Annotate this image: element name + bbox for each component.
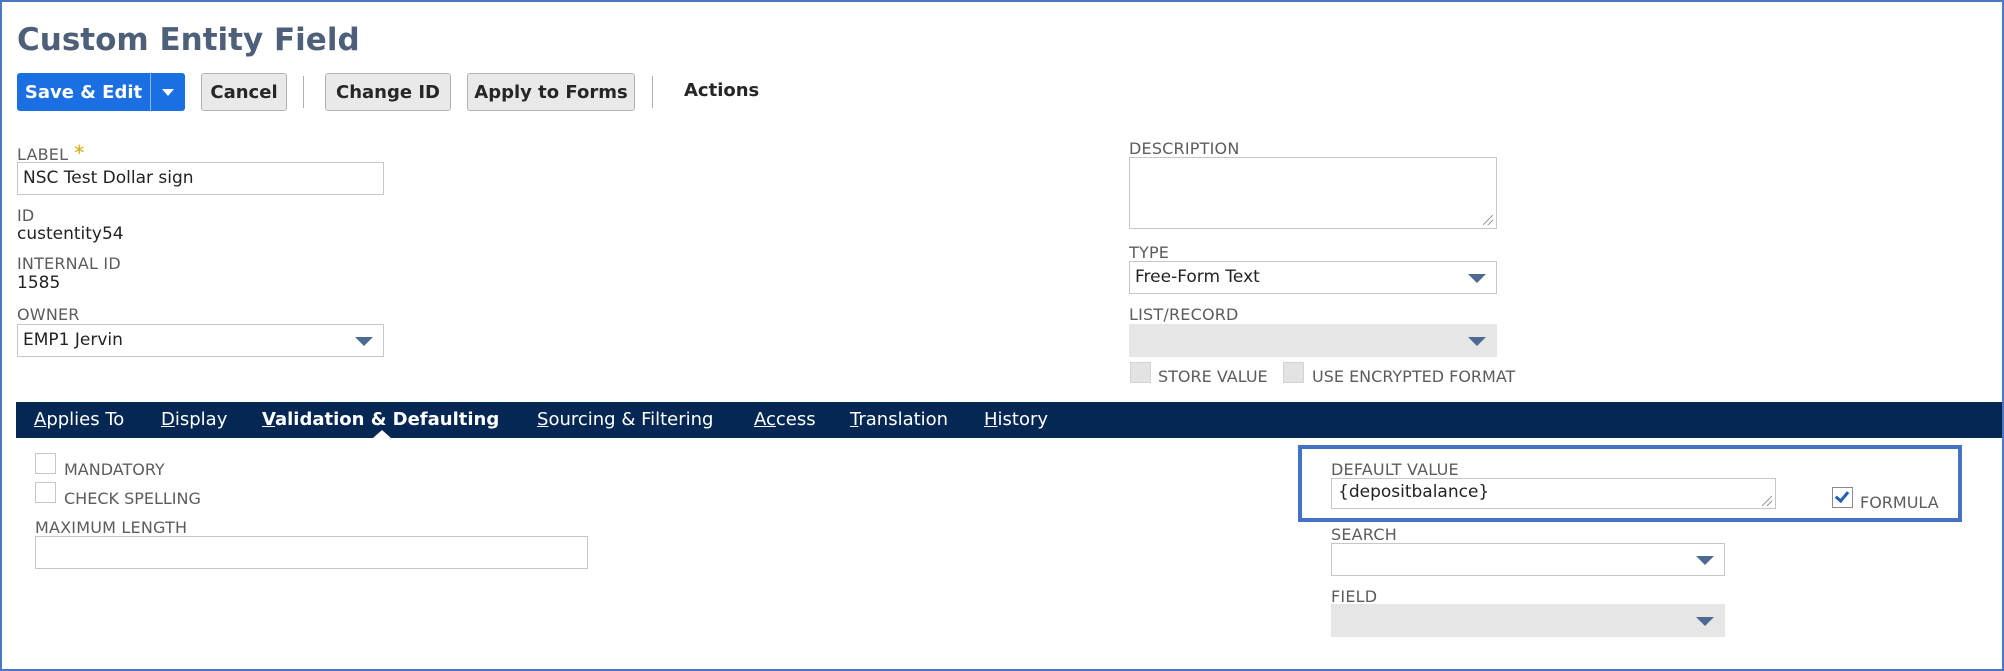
max-length-input[interactable] — [35, 536, 588, 569]
tab-display[interactable]: Display — [161, 409, 227, 430]
checkmark-icon — [1834, 487, 1850, 504]
dropdown-arrow-icon — [1696, 556, 1714, 565]
dropdown-arrow-icon — [1468, 274, 1486, 283]
mandatory-checkbox[interactable] — [35, 453, 56, 474]
subtab-bar: Applies To Display Validation & Defaulti… — [16, 402, 2002, 438]
formula-checkbox[interactable] — [1832, 487, 1853, 508]
check-spelling-label: CHECK SPELLING — [64, 489, 201, 508]
field-select — [1331, 604, 1725, 637]
chevron-down-icon — [162, 88, 174, 96]
toolbar-divider — [652, 76, 653, 108]
list-record-label: LIST/RECORD — [1129, 305, 1239, 324]
description-label: DESCRIPTION — [1129, 139, 1240, 158]
max-length-label: MAXIMUM LENGTH — [35, 518, 188, 537]
dropdown-arrow-icon — [355, 337, 373, 346]
list-record-select — [1129, 324, 1497, 357]
toolbar-divider — [303, 76, 304, 108]
save-menu-dropdown[interactable] — [150, 73, 185, 111]
id-label: ID — [17, 206, 35, 225]
dropdown-arrow-icon — [1468, 337, 1486, 346]
description-textarea[interactable] — [1129, 157, 1497, 229]
store-value-label: STORE VALUE — [1158, 367, 1268, 386]
dropdown-arrow-icon — [1696, 617, 1714, 626]
owner-value: EMP1 Jervin — [23, 330, 123, 350]
use-encrypted-label: USE ENCRYPTED FORMAT — [1312, 367, 1516, 386]
default-value-input[interactable]: {depositbalance} — [1331, 478, 1776, 509]
cancel-button[interactable]: Cancel — [201, 73, 287, 111]
save-edit-button[interactable]: Save & Edit — [17, 73, 150, 111]
owner-select[interactable]: EMP1 Jervin — [17, 324, 384, 357]
formula-label: FORMULA — [1860, 493, 1939, 512]
page-title: Custom Entity Field — [17, 22, 360, 58]
search-label: SEARCH — [1331, 525, 1397, 544]
default-value-label: DEFAULT VALUE — [1331, 460, 1459, 479]
owner-label: OWNER — [17, 305, 80, 324]
store-value-checkbox — [1130, 362, 1151, 383]
tab-access[interactable]: Access — [754, 409, 816, 430]
type-select[interactable]: Free-Form Text — [1129, 261, 1497, 294]
resize-grip-icon[interactable] — [1762, 496, 1772, 506]
internal-id-value: 1585 — [17, 273, 61, 293]
tab-sourcing-filtering[interactable]: Sourcing & Filtering — [537, 409, 714, 430]
mandatory-label: MANDATORY — [64, 460, 165, 479]
apply-to-forms-button[interactable]: Apply to Forms — [467, 73, 635, 111]
actions-menu[interactable]: Actions — [684, 80, 759, 101]
tab-validation-defaulting[interactable]: Validation & Defaulting — [262, 409, 499, 430]
label-input[interactable]: NSC Test Dollar sign — [17, 162, 384, 195]
tab-history[interactable]: History — [984, 409, 1048, 430]
id-value: custentity54 — [17, 224, 124, 244]
change-id-button[interactable]: Change ID — [325, 73, 451, 111]
internal-id-label: INTERNAL ID — [17, 254, 121, 273]
type-value: Free-Form Text — [1135, 267, 1260, 287]
active-tab-indicator — [373, 430, 391, 438]
check-spelling-checkbox[interactable] — [35, 482, 56, 503]
tab-translation[interactable]: Translation — [850, 409, 948, 430]
resize-grip-icon[interactable] — [1483, 215, 1493, 225]
tab-applies-to[interactable]: Applies To — [34, 409, 124, 430]
type-label: TYPE — [1129, 243, 1170, 262]
search-select[interactable] — [1331, 543, 1725, 576]
use-encrypted-checkbox — [1283, 362, 1304, 383]
